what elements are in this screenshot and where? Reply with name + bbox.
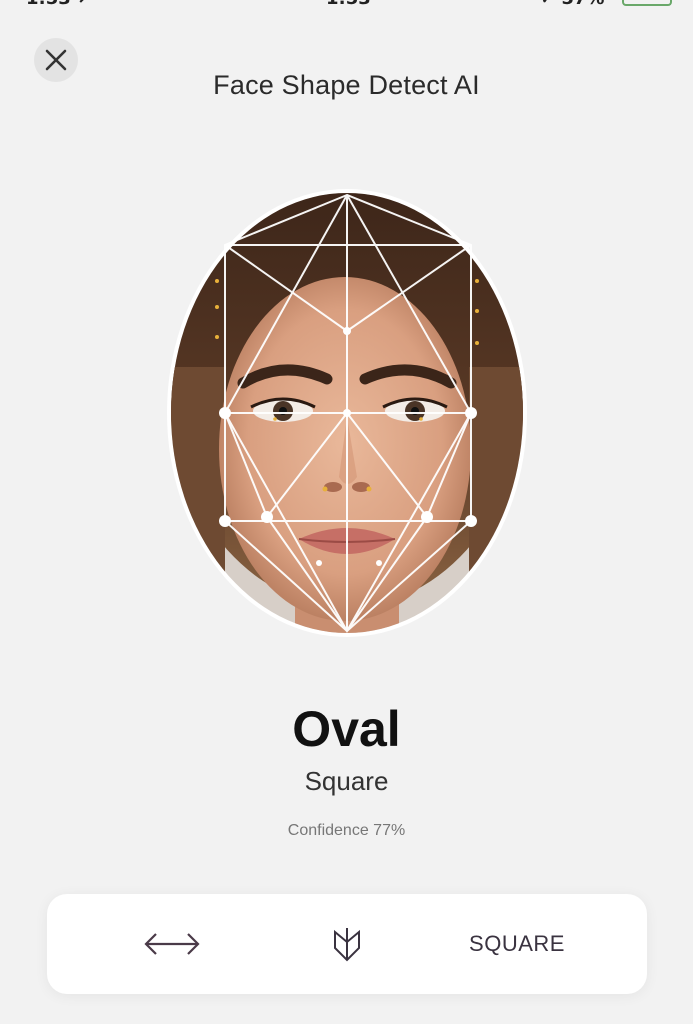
square-button[interactable]: SQUARE	[447, 894, 587, 994]
status-battery-text: ✓ 57%	[540, 0, 604, 9]
bottom-action-bar: SQUARE	[47, 894, 647, 994]
face-shape-button[interactable]	[305, 894, 389, 994]
battery-icon	[622, 0, 672, 6]
face-photo	[165, 187, 529, 639]
horizontal-arrows-icon	[144, 933, 200, 955]
confidence-label: Confidence 77%	[287, 822, 406, 839]
status-time: 1:53	[326, 0, 371, 9]
secondary-shape-result: Square	[304, 766, 389, 796]
status-bar: 1:53 ↗ 1:53 ✓ 57%	[0, 0, 693, 10]
compare-button[interactable]	[117, 894, 227, 994]
face-shape-result: Oval	[292, 701, 401, 757]
face-shape-icon	[334, 928, 360, 962]
page-title: Face Shape Detect AI	[213, 70, 480, 100]
status-time-left: 1:53 ↗	[26, 0, 92, 9]
